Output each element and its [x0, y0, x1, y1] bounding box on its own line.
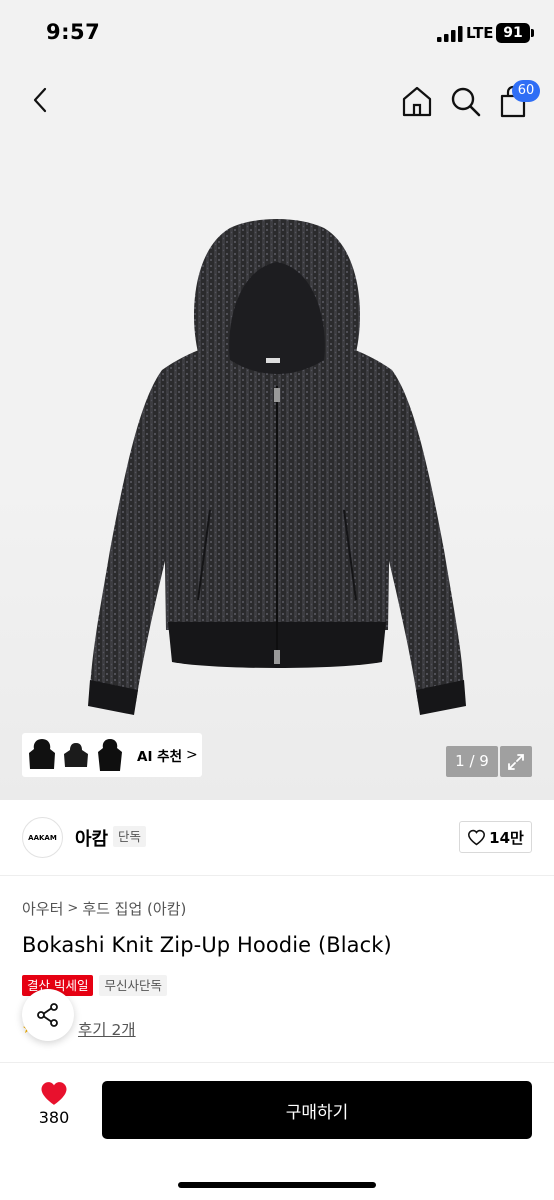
status-bar: 9:57 LTE 91	[0, 0, 554, 66]
brand-row: AAKAM 아캄 단독 14만	[0, 800, 554, 876]
breadcrumb: 아우터 > 후드 집업 (아캄)	[22, 898, 186, 919]
home-icon[interactable]	[398, 82, 436, 120]
ai-recommend-strip[interactable]: AI 추천 >	[22, 733, 202, 777]
review-link[interactable]: 후기 2개	[78, 1018, 136, 1040]
nav-bar	[0, 76, 554, 124]
expand-button[interactable]	[500, 746, 532, 777]
brand-like-button[interactable]: 14만	[459, 821, 532, 853]
breadcrumb-item[interactable]: 아우터	[22, 898, 63, 919]
status-time: 9:57	[46, 20, 101, 44]
brand-logo[interactable]: AAKAM	[22, 817, 63, 858]
brand-exclusive-tag: 단독	[113, 826, 147, 847]
breadcrumb-item[interactable]: 후드 집업 (아캄)	[82, 898, 186, 919]
battery-indicator: 91	[496, 23, 530, 43]
cart-count-badge: 60	[512, 80, 540, 102]
exclusive-tag: 무신사단독	[99, 975, 167, 996]
chevron-right-icon: >	[186, 747, 198, 763]
wishlist-count: 380	[38, 1108, 70, 1127]
product-title: Bokashi Knit Zip-Up Hoodie (Black)	[22, 933, 392, 957]
breadcrumb-separator: >	[67, 901, 79, 916]
back-icon	[33, 87, 47, 113]
share-button[interactable]	[22, 989, 74, 1041]
signal-icon	[437, 26, 463, 42]
product-image[interactable]	[70, 210, 484, 720]
search-icon[interactable]	[446, 82, 484, 120]
bottom-action-bar: 380 구매하기	[0, 1062, 554, 1200]
wishlist-button[interactable]: 380	[28, 1081, 80, 1137]
image-page-counter: 1 / 9	[446, 746, 498, 777]
ai-recommend-label: AI 추천	[137, 749, 183, 765]
battery-tip	[531, 29, 534, 37]
share-icon	[37, 1003, 58, 1027]
back-button[interactable]	[22, 80, 58, 120]
home-indicator	[178, 1182, 376, 1188]
network-label: LTE	[466, 24, 494, 42]
thumbnail-3[interactable]	[93, 735, 127, 775]
brand-like-count: 14만	[489, 828, 524, 847]
buy-button[interactable]: 구매하기	[102, 1081, 532, 1139]
heart-filled-icon	[41, 1082, 67, 1105]
brand-name[interactable]: 아캄	[75, 825, 108, 851]
heart-outline-icon	[468, 829, 486, 845]
thumbnail-1[interactable]	[25, 735, 59, 775]
product-hero: 9:57 LTE 91 60 AI 추천 > 1 / 9	[0, 0, 554, 800]
thumbnail-2[interactable]	[59, 735, 93, 775]
expand-icon	[508, 753, 524, 770]
